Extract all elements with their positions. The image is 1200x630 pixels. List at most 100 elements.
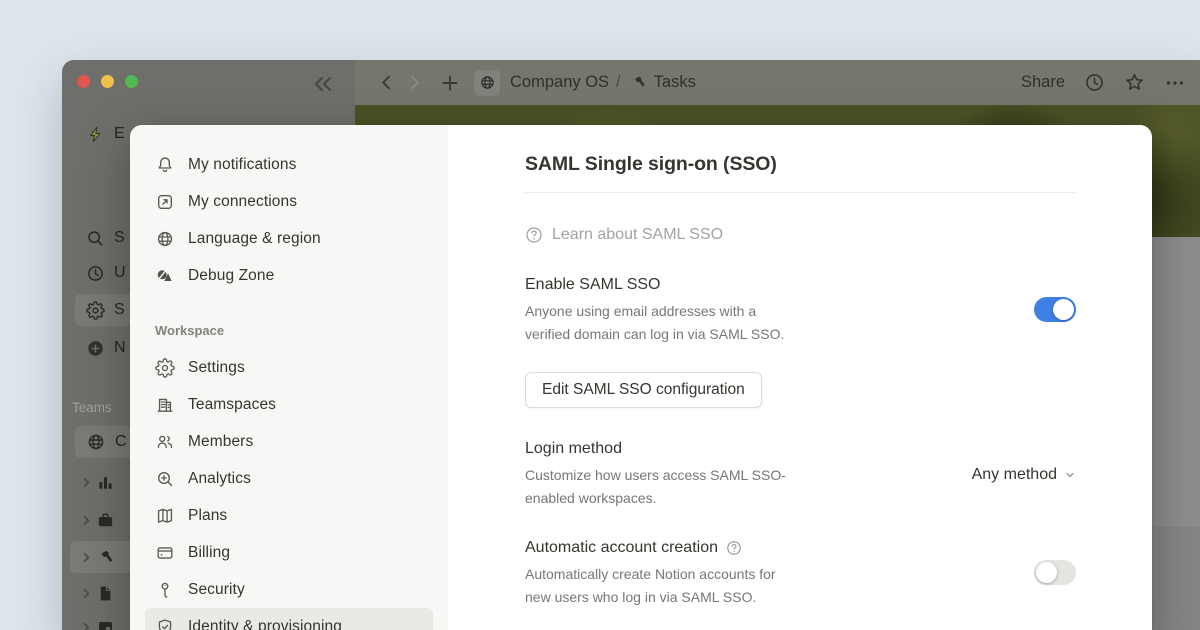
settings-nav-my-notifications[interactable]: My notifications (145, 146, 433, 183)
debug-shapes-icon (155, 266, 175, 286)
sidebar-item-label: C (115, 433, 127, 451)
settings-nav-label: My connections (188, 193, 297, 211)
breadcrumb-page[interactable]: Tasks (654, 73, 696, 92)
sidebar-item-label: S (114, 301, 125, 319)
settings-nav-label: Settings (188, 359, 245, 377)
calendar-icon (96, 618, 115, 630)
automatic-account-toggle[interactable] (1034, 560, 1076, 585)
breadcrumb-separator: / (616, 73, 621, 92)
gear-icon (155, 358, 175, 378)
settings-nav-my-connections[interactable]: My connections (145, 183, 433, 220)
chevron-right-icon (80, 514, 93, 527)
settings-nav-settings[interactable]: Settings (145, 349, 433, 386)
enable-saml-title: Enable SAML SSO (525, 274, 905, 296)
learn-link-label: Learn about SAML SSO (552, 226, 723, 244)
nav-back-icon[interactable] (377, 73, 396, 92)
settings-nav-label: Identity & provisioning (188, 618, 342, 630)
chevron-down-icon (1064, 469, 1076, 481)
globe-icon (479, 74, 496, 91)
settings-modal: My notifications My connections Language… (130, 125, 1152, 630)
sidebar-item-label: S (114, 229, 125, 247)
globe-icon (86, 432, 106, 452)
lightning-bolt-icon (86, 125, 105, 144)
login-method-title: Login method (525, 438, 905, 460)
more-options-icon[interactable] (1164, 72, 1186, 94)
help-circle-icon[interactable] (726, 540, 742, 556)
settings-nav-identity-provisioning[interactable]: Identity & provisioning (145, 608, 433, 630)
page-icon (96, 584, 115, 603)
settings-nav-teamspaces[interactable]: Teamspaces (145, 386, 433, 423)
bar-chart-icon (96, 473, 115, 492)
share-button[interactable]: Share (1021, 73, 1065, 92)
hammer-icon (96, 548, 115, 567)
minimize-button[interactable] (101, 75, 114, 88)
settings-nav-label: Plans (188, 507, 227, 525)
settings-nav-security[interactable]: Security (145, 571, 433, 608)
settings-nav-label: Billing (188, 544, 230, 562)
enable-saml-toggle[interactable] (1034, 297, 1076, 322)
building-icon (155, 395, 175, 415)
toggle-knob (1053, 299, 1074, 320)
enable-saml-description: Anyone using email addresses with a veri… (525, 300, 905, 346)
settings-nav-label: Security (188, 581, 245, 599)
settings-nav-label: My notifications (188, 156, 296, 174)
page-title: SAML Single sign-on (SSO) (525, 153, 1076, 176)
automatic-account-description: Automatically create Notion accounts for… (525, 563, 905, 609)
settings-nav-label: Analytics (188, 470, 251, 488)
briefcase-icon (96, 511, 115, 530)
breadcrumb-workspace[interactable]: Company OS (510, 73, 609, 92)
zoom-button[interactable] (125, 75, 138, 88)
chevron-right-icon (80, 476, 93, 489)
clock-history-icon[interactable] (1084, 72, 1105, 93)
chevron-right-icon (80, 621, 93, 630)
sidebar-item-label: E (114, 125, 125, 143)
nav-forward-icon[interactable] (405, 73, 424, 92)
settings-nav-plans[interactable]: Plans (145, 497, 433, 534)
learn-about-saml-link[interactable]: Learn about SAML SSO (525, 226, 1076, 244)
globe-icon (155, 229, 175, 249)
chevron-right-icon (80, 587, 93, 600)
new-tab-icon[interactable] (440, 73, 460, 93)
settings-nav-billing[interactable]: Billing (145, 534, 433, 571)
teamspaces-section-label: Teams (72, 400, 112, 415)
workspace-section-header: Workspace (155, 323, 423, 338)
edit-saml-config-button[interactable]: Edit SAML SSO configuration (525, 372, 762, 408)
login-method-value: Any method (972, 466, 1057, 484)
collapse-sidebar-icon[interactable] (310, 71, 336, 97)
hammer-icon (630, 74, 647, 91)
settings-nav-analytics[interactable]: Analytics (145, 460, 433, 497)
settings-nav-label: Debug Zone (188, 267, 274, 285)
settings-nav-members[interactable]: Members (145, 423, 433, 460)
window-controls (77, 75, 138, 88)
arrow-up-right-square-icon (155, 192, 175, 212)
workspace-icon-badge[interactable] (474, 70, 500, 96)
login-method-description: Customize how users access SAML SSO- ena… (525, 464, 905, 510)
chevron-right-icon (80, 551, 93, 564)
divider (525, 192, 1076, 193)
close-button[interactable] (77, 75, 90, 88)
settings-nav-language-region[interactable]: Language & region (145, 220, 433, 257)
login-method-section: Login method Customize how users access … (525, 438, 1076, 510)
automatic-account-section: Automatic account creation Automatically… (525, 537, 1076, 609)
clock-icon (86, 264, 105, 283)
star-favorite-icon[interactable] (1124, 72, 1145, 93)
key-icon (155, 580, 175, 600)
gear-icon (86, 301, 105, 320)
shield-check-icon (155, 617, 175, 630)
settings-nav-debug-zone[interactable]: Debug Zone (145, 257, 433, 294)
credit-card-icon (155, 543, 175, 563)
search-icon (86, 229, 105, 248)
settings-main-panel: SAML Single sign-on (SSO) Learn about SA… (448, 125, 1152, 630)
magnifier-plus-icon (155, 469, 175, 489)
bell-icon (155, 155, 175, 175)
app-window: E S U S N Teams C (62, 60, 1200, 630)
settings-nav-label: Language & region (188, 230, 321, 248)
sidebar-item-label: N (114, 339, 126, 357)
app-topbar: Company OS / Tasks Share (355, 60, 1200, 105)
plus-circle-icon (86, 339, 105, 358)
settings-nav-label: Members (188, 433, 253, 451)
settings-nav-label: Teamspaces (188, 396, 276, 414)
enable-saml-section: Enable SAML SSO Anyone using email addre… (525, 274, 1076, 346)
login-method-dropdown[interactable]: Any method (972, 466, 1076, 484)
two-people-icon (155, 432, 175, 452)
